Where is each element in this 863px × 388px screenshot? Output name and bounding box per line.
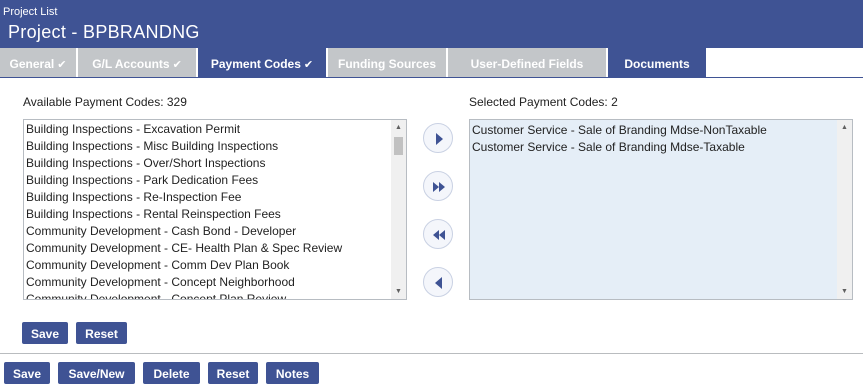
- available-code-item[interactable]: Community Development - Comm Dev Plan Bo…: [24, 257, 342, 274]
- delete-button[interactable]: Delete: [143, 362, 200, 384]
- tab-label: General: [9, 57, 55, 71]
- available-code-item[interactable]: Community Development - CE- Health Plan …: [24, 240, 342, 257]
- tab-label: Funding Sources: [337, 57, 436, 71]
- notes-button[interactable]: Notes: [266, 362, 319, 384]
- selected-code-item[interactable]: Customer Service - Sale of Branding Mdse…: [470, 139, 767, 156]
- available-code-item[interactable]: Building Inspections - Excavation Permit: [24, 121, 342, 138]
- selected-codes-listbox[interactable]: Customer Service - Sale of Branding Mdse…: [469, 119, 853, 300]
- move-all-right-button[interactable]: [423, 171, 453, 201]
- selected-scrollbar[interactable]: ▲ ▼: [837, 120, 852, 299]
- save-button[interactable]: Save: [4, 362, 50, 384]
- tab-user-defined-fields[interactable]: User-Defined Fields: [448, 48, 606, 78]
- available-code-item[interactable]: Building Inspections - Over/Short Inspec…: [24, 155, 342, 172]
- tab-label: Documents: [624, 57, 690, 71]
- available-code-item[interactable]: Building Inspections - Re-Inspection Fee: [24, 189, 342, 206]
- scroll-up-icon[interactable]: ▲: [391, 120, 406, 135]
- tab-label: User-Defined Fields: [470, 57, 584, 71]
- page-header: Project List Project - BPBRANDNG: [0, 0, 863, 48]
- tab-documents[interactable]: Documents: [608, 48, 706, 78]
- move-all-left-button[interactable]: [423, 219, 453, 249]
- save-new-button[interactable]: Save/New: [58, 362, 135, 384]
- tab-general[interactable]: General ✔: [0, 48, 76, 78]
- available-code-item[interactable]: Community Development - Cash Bond - Deve…: [24, 223, 342, 240]
- footer-divider: [0, 353, 863, 354]
- available-code-item[interactable]: Building Inspections - Park Dedication F…: [24, 172, 342, 189]
- move-left-icon: [435, 277, 442, 289]
- available-code-item[interactable]: Building Inspections - Misc Building Ins…: [24, 138, 342, 155]
- tab-label: Payment Codes: [210, 57, 301, 71]
- scroll-up-icon[interactable]: ▲: [837, 120, 852, 135]
- available-codes-listbox[interactable]: Building Inspections - Excavation Permit…: [23, 119, 407, 300]
- tab-gl-accounts[interactable]: G/L Accounts ✔: [78, 48, 196, 78]
- tab-label: G/L Accounts: [92, 57, 170, 71]
- tab-payment-codes[interactable]: Payment Codes ✔: [198, 48, 326, 78]
- tab-bar: General ✔ G/L Accounts ✔ Payment Codes ✔ Fu…: [0, 48, 863, 78]
- scroll-thumb[interactable]: [394, 137, 403, 155]
- move-all-left-icon: [433, 230, 445, 240]
- scroll-down-icon[interactable]: ▼: [837, 284, 852, 299]
- available-code-item[interactable]: Building Inspections - Rental Reinspecti…: [24, 206, 342, 223]
- move-all-right-icon: [433, 182, 445, 192]
- selected-codes-list: Customer Service - Sale of Branding Mdse…: [470, 122, 767, 156]
- available-codes-label: Available Payment Codes: 329: [23, 95, 187, 109]
- scroll-down-icon[interactable]: ▼: [391, 284, 406, 299]
- tab-funding-sources[interactable]: Funding Sources: [328, 48, 446, 78]
- available-code-item[interactable]: Community Development - Concept Neighbor…: [24, 274, 342, 291]
- selected-code-item[interactable]: Customer Service - Sale of Branding Mdse…: [470, 122, 767, 139]
- available-scrollbar[interactable]: ▲ ▼: [391, 120, 406, 299]
- move-left-button[interactable]: [423, 267, 453, 297]
- breadcrumb-project-list[interactable]: Project List: [3, 6, 57, 18]
- check-icon: ✔: [57, 59, 67, 71]
- available-code-item[interactable]: Community Development - Concept Plan Rev…: [24, 291, 342, 299]
- page-title: Project - BPBRANDNG: [8, 22, 200, 42]
- check-icon: ✔: [303, 59, 314, 71]
- move-right-icon: [436, 133, 443, 145]
- reset-button[interactable]: Reset: [208, 362, 258, 384]
- check-icon: ✔: [172, 59, 182, 71]
- available-codes-list: Building Inspections - Excavation Permit…: [24, 121, 342, 299]
- panel-save-button[interactable]: Save: [22, 322, 68, 344]
- selected-codes-label: Selected Payment Codes: 2: [469, 95, 618, 109]
- move-right-button[interactable]: [423, 123, 453, 153]
- tab-divider: [0, 77, 863, 78]
- panel-reset-button[interactable]: Reset: [76, 322, 127, 344]
